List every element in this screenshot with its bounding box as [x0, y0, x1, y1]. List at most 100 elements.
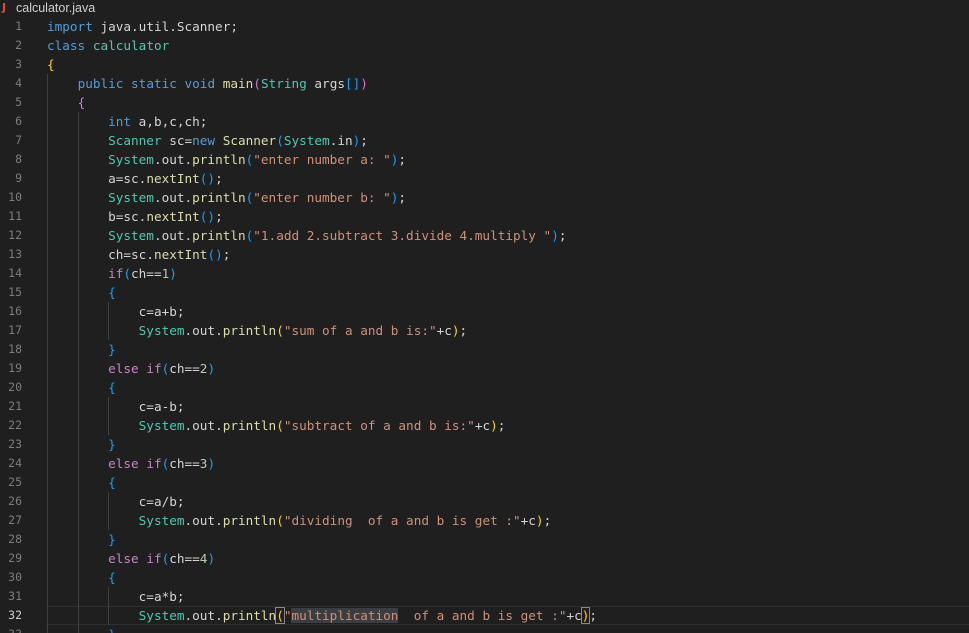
code-line[interactable]: 29 else if(ch==4) — [0, 549, 969, 568]
code-token: ; — [215, 209, 223, 224]
code-line[interactable]: 1 import java.util.Scanner; — [0, 17, 969, 36]
code-token: if — [146, 551, 162, 566]
code-token: ; — [497, 418, 506, 433]
code-line[interactable]: 33 } — [0, 625, 969, 633]
code-line[interactable]: 9 a=sc.nextInt(); — [0, 169, 969, 188]
code-area[interactable]: 1 import java.util.Scanner; 2 class calcula… — [0, 17, 969, 633]
code-text: { — [47, 283, 116, 302]
code-line[interactable]: 15 { — [0, 283, 969, 302]
code-token: println — [192, 228, 246, 243]
code-line[interactable]: 5 { — [0, 93, 969, 112]
code-line[interactable]: 8 System.out.println("enter number a: ")… — [0, 150, 969, 169]
line-number: 9 — [15, 171, 22, 185]
code-line[interactable]: 25 { — [0, 473, 969, 492]
code-token: .out. — [153, 228, 193, 243]
code-line[interactable]: 13 ch=sc.nextInt(); — [0, 245, 969, 264]
code-token: ( — [275, 607, 285, 624]
code-line[interactable]: 31 c=a*b; — [0, 587, 969, 606]
code-line[interactable]: 17 System.out.println("sum of a and b is… — [0, 321, 969, 340]
code-line[interactable]: 14 if(ch==1) — [0, 264, 969, 283]
line-number: 14 — [8, 266, 22, 280]
code-line[interactable]: 10 System.out.println("enter number b: "… — [0, 188, 969, 207]
code-line[interactable]: 22 System.out.println("subtract of a and… — [0, 416, 969, 435]
code-line[interactable]: 7 Scanner sc=new Scanner(System.in); — [0, 131, 969, 150]
line-number: 4 — [15, 76, 22, 90]
code-token: ; — [589, 608, 598, 623]
code-token: else — [108, 551, 139, 566]
code-line[interactable]: 2 class calculator — [0, 36, 969, 55]
code-token: public — [77, 76, 124, 91]
code-line[interactable]: 23 } — [0, 435, 969, 454]
code-text: import java.util.Scanner; — [47, 17, 238, 36]
code-token: System — [108, 228, 154, 243]
code-token: "1.add 2.subtract 3.divide 4.multiply " — [253, 228, 552, 243]
code-text: System.out.println("1.add 2.subtract 3.d… — [47, 226, 566, 245]
code-text: { — [47, 473, 116, 492]
code-token: ch== — [169, 551, 200, 566]
code-text: System.out.println("multiplication of a … — [47, 607, 597, 624]
code-token: { — [77, 95, 86, 110]
code-token: +c — [566, 608, 582, 623]
code-token: sc= — [161, 133, 193, 148]
code-token: System — [283, 133, 330, 148]
code-token: new — [192, 133, 216, 148]
code-token: println — [222, 323, 277, 338]
code-text: { — [47, 93, 86, 112]
code-line[interactable]: 26 c=a/b; — [0, 492, 969, 511]
code-text: { — [47, 55, 55, 74]
code-line[interactable]: 6 int a,b,c,ch; — [0, 112, 969, 131]
code-text: System.out.println("enter number b: "); — [47, 188, 406, 207]
code-editor[interactable]: J calculator.java 1 import java.util.Scan… — [0, 0, 969, 633]
code-line[interactable]: 28 } — [0, 530, 969, 549]
code-token: ) — [551, 228, 559, 243]
code-token: ( — [276, 323, 284, 338]
code-token: System — [138, 323, 185, 338]
code-text: else if(ch==3) — [47, 454, 215, 473]
code-token: +c — [520, 513, 536, 528]
code-token: ch=sc. — [47, 247, 154, 262]
code-line[interactable]: 30 { — [0, 568, 969, 587]
code-token: calculator — [92, 38, 170, 53]
code-token: c=a-b; — [47, 399, 185, 414]
code-line[interactable]: 21 c=a-b; — [0, 397, 969, 416]
code-token: { — [47, 57, 55, 72]
code-line[interactable]: 12 System.out.println("1.add 2.subtract … — [0, 226, 969, 245]
code-line[interactable]: 3{ — [0, 55, 969, 74]
line-number: 19 — [8, 361, 22, 375]
code-text: } — [47, 530, 116, 549]
code-token: () — [199, 171, 216, 186]
code-token: ) — [207, 551, 216, 566]
code-token: System — [108, 152, 154, 167]
code-text: public static void main(String args[]) — [47, 74, 368, 93]
code-token: multiplication — [291, 608, 399, 623]
code-line[interactable]: 32 System.out.println("multiplication of… — [8, 606, 969, 625]
code-line[interactable]: 19 else if(ch==2) — [0, 359, 969, 378]
code-token: if — [146, 361, 162, 376]
code-line[interactable]: 24 else if(ch==3) — [0, 454, 969, 473]
code-token: nextInt — [146, 209, 200, 224]
code-line[interactable]: 18 } — [0, 340, 969, 359]
editor-tab[interactable]: J calculator.java — [0, 0, 969, 15]
code-token: ) — [451, 323, 460, 338]
code-text: class calculator — [47, 36, 169, 55]
code-token: .out. — [184, 513, 223, 528]
code-token: System — [138, 418, 185, 433]
code-token: ( — [276, 418, 284, 433]
code-text: } — [47, 340, 116, 359]
code-token: ( — [276, 133, 284, 148]
code-line[interactable]: 11 b=sc.nextInt(); — [0, 207, 969, 226]
code-token: println — [222, 513, 277, 528]
code-token: class — [47, 38, 86, 53]
code-line[interactable]: 20 { — [0, 378, 969, 397]
code-token: .out. — [184, 418, 223, 433]
code-line[interactable]: 16 c=a+b; — [0, 302, 969, 321]
code-line[interactable]: 4 public static void main(String args[]) — [0, 74, 969, 93]
code-line[interactable]: 27 System.out.println("dividing of a and… — [0, 511, 969, 530]
